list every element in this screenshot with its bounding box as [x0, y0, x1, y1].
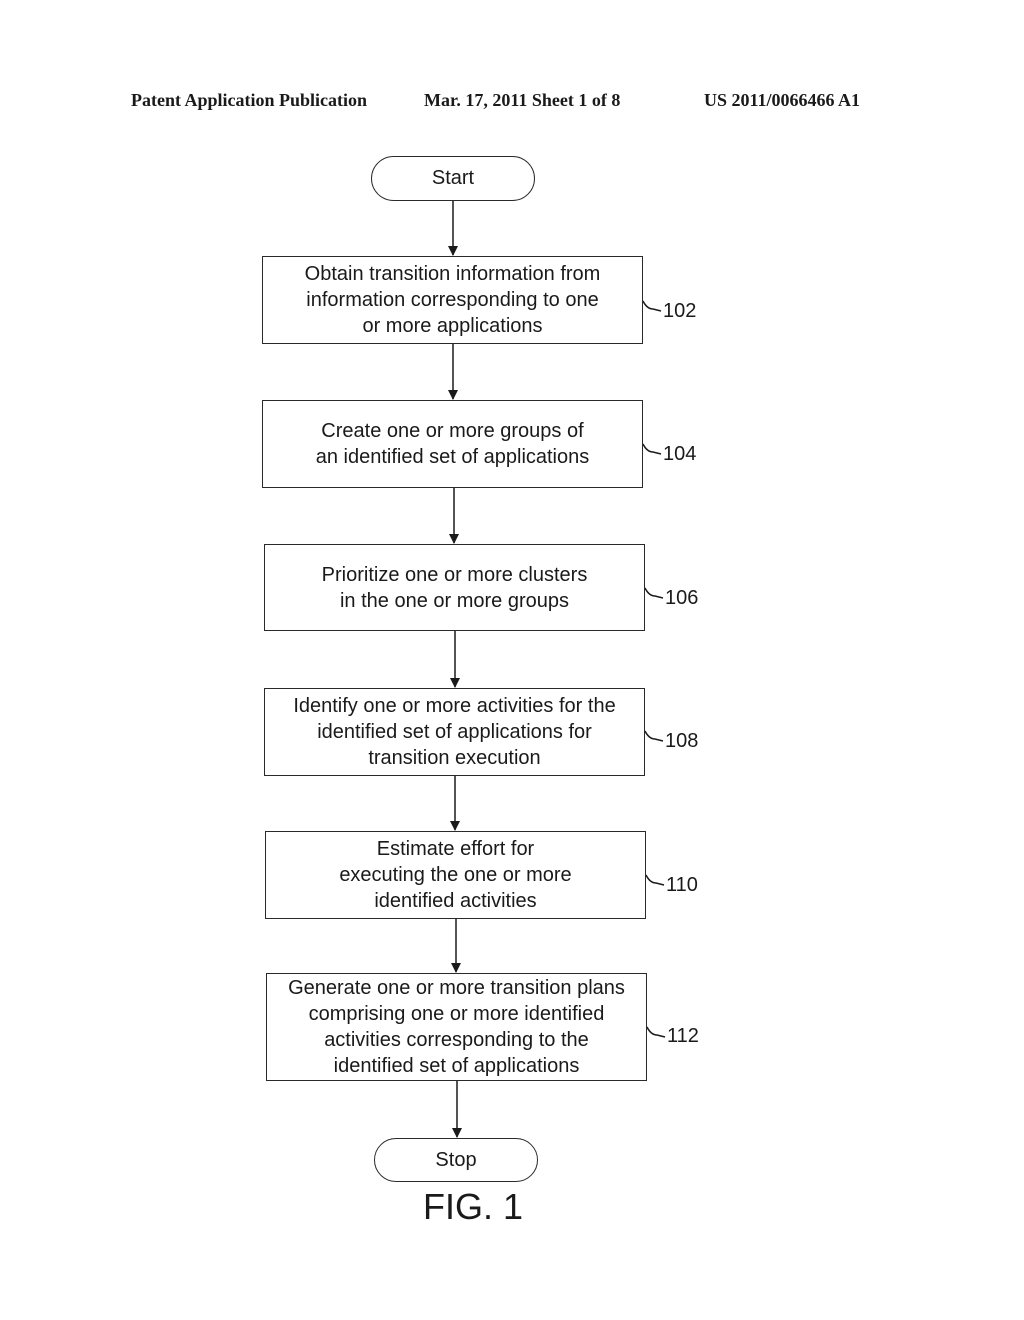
- leader-104: [642, 443, 662, 455]
- leader-106: [644, 587, 664, 599]
- leader-102: [642, 300, 662, 312]
- step-text-line: identified set of applications for: [317, 721, 592, 743]
- ref-110: 110: [666, 874, 698, 896]
- step-text-line: or more applications: [362, 315, 543, 337]
- ref-106: 106: [665, 587, 699, 609]
- step-112: Generate one or more transition plans co…: [266, 973, 647, 1081]
- step-text-line: identified activities: [374, 890, 537, 912]
- step-text-line: Create one or more groups of: [321, 420, 584, 442]
- step-text-line: Generate one or more transition plans: [288, 977, 625, 999]
- step-text-line: transition execution: [368, 747, 541, 769]
- step-text-line: Identify one or more activities for the: [293, 695, 616, 717]
- ref-108: 108: [665, 730, 699, 752]
- step-text-line: comprising one or more identified: [308, 1003, 605, 1025]
- start-terminal: Start: [371, 156, 535, 201]
- ref-104: 104: [663, 443, 697, 465]
- leader-108: [644, 730, 664, 742]
- step-108: Identify one or more activities for the …: [264, 688, 645, 776]
- start-label: Start: [431, 167, 475, 189]
- step-text-line: an identified set of applications: [315, 446, 590, 468]
- leader-112: [646, 1026, 666, 1038]
- step-110: Estimate effort for executing the one or…: [265, 831, 646, 919]
- step-text-line: executing the one or more: [339, 864, 572, 886]
- step-104: Create one or more groups of an identifi…: [262, 400, 643, 488]
- stop-terminal: Stop: [374, 1138, 538, 1182]
- stop-label: Stop: [435, 1148, 477, 1171]
- step-text-line: Obtain transition information from: [304, 263, 601, 285]
- figure-label: FIG. 1: [422, 1186, 524, 1227]
- step-text-line: Estimate effort for: [376, 838, 535, 860]
- step-text-line: activities corresponding to the: [324, 1029, 589, 1051]
- step-102: Obtain transition information from infor…: [262, 256, 643, 344]
- ref-112: 112: [667, 1025, 699, 1047]
- step-text-line: in the one or more groups: [339, 589, 570, 612]
- leader-110: [645, 874, 665, 886]
- step-text-line: Prioritize one or more clusters: [321, 563, 588, 586]
- step-106: Prioritize one or more clusters in the o…: [264, 544, 645, 631]
- ref-102: 102: [663, 300, 697, 322]
- step-text-line: information corresponding to one: [306, 289, 599, 311]
- step-text-line: identified set of applications: [333, 1055, 580, 1077]
